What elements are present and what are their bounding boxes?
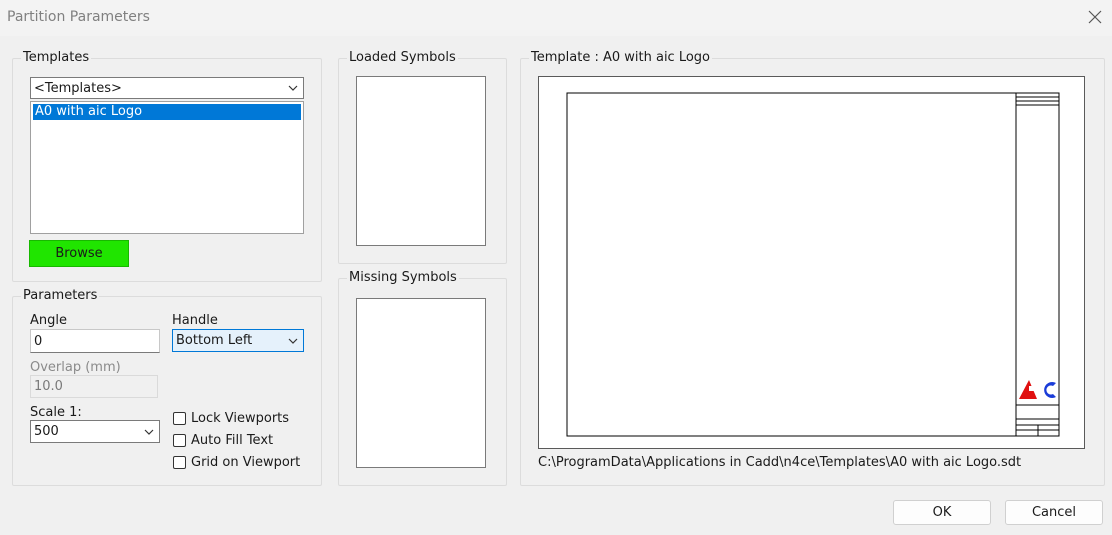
angle-field[interactable]: 0 xyxy=(30,329,160,353)
template-drawing xyxy=(566,92,1060,437)
lock-viewports-label: Lock Viewports xyxy=(191,411,290,426)
overlap-field: 10.0 xyxy=(30,375,158,398)
handle-label: Handle xyxy=(172,313,218,328)
checkbox-box[interactable] xyxy=(173,456,186,469)
lock-viewports-checkbox[interactable]: Lock Viewports xyxy=(173,411,289,426)
scale-label: Scale 1: xyxy=(30,405,82,420)
auto-fill-text-label: Auto Fill Text xyxy=(191,433,274,448)
handle-dropdown[interactable]: Bottom Left xyxy=(172,329,304,352)
title-bar xyxy=(0,0,1112,36)
handle-dropdown-value: Bottom Left xyxy=(176,333,253,348)
missing-symbols-group-label: Missing Symbols xyxy=(347,270,459,286)
templates-dropdown[interactable]: <Templates> xyxy=(30,77,304,99)
templates-dropdown-value: <Templates> xyxy=(34,80,122,96)
grid-on-viewport-checkbox[interactable]: Grid on Viewport xyxy=(173,455,300,470)
template-path: C:\ProgramData\Applications in Cadd\n4ce… xyxy=(538,455,1022,470)
angle-label: Angle xyxy=(30,313,67,328)
checkbox-box[interactable] xyxy=(173,412,186,425)
chevron-down-icon xyxy=(288,85,298,91)
window-title: Partition Parameters xyxy=(7,9,150,25)
chevron-down-icon xyxy=(288,338,298,344)
auto-fill-text-checkbox[interactable]: Auto Fill Text xyxy=(173,433,273,448)
cancel-button[interactable]: Cancel xyxy=(1005,500,1103,525)
grid-on-viewport-label: Grid on Viewport xyxy=(191,455,301,470)
aic-logo-icon xyxy=(1019,380,1056,399)
chevron-down-icon xyxy=(144,429,154,435)
parameters-group-label: Parameters xyxy=(21,288,100,304)
overlap-label: Overlap (mm) xyxy=(30,360,121,375)
templates-group-label: Templates xyxy=(21,50,92,66)
scale-dropdown-value: 500 xyxy=(34,424,59,439)
missing-symbols-list[interactable] xyxy=(356,298,486,468)
list-item[interactable]: A0 with aic Logo xyxy=(33,104,301,120)
scale-dropdown[interactable]: 500 xyxy=(30,420,160,443)
loaded-symbols-group-label: Loaded Symbols xyxy=(347,50,458,66)
template-preview xyxy=(538,76,1085,449)
templates-list[interactable]: A0 with aic Logo xyxy=(30,101,304,234)
checkbox-box[interactable] xyxy=(173,434,186,447)
template-preview-group-label: Template : A0 with aic Logo xyxy=(529,50,713,66)
loaded-symbols-list[interactable] xyxy=(356,76,486,246)
close-icon[interactable] xyxy=(1084,6,1106,28)
browse-button[interactable]: Browse xyxy=(29,240,129,267)
ok-button[interactable]: OK xyxy=(893,500,991,525)
